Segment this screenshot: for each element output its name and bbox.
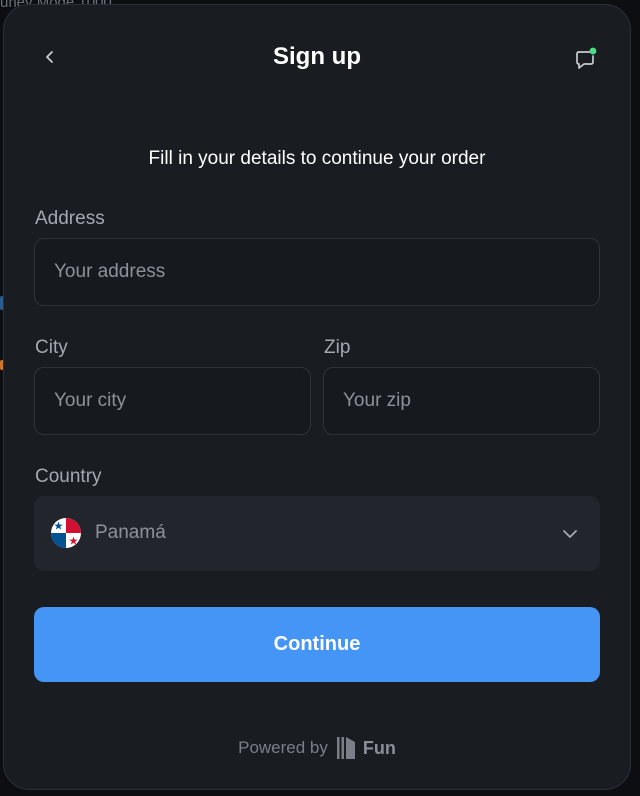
chevron-down-icon [563, 530, 577, 538]
chat-button[interactable] [570, 43, 602, 75]
chat-notification-icon [576, 47, 597, 69]
powered-by-footer: Powered by Fun [4, 734, 630, 762]
fun-logo-icon [336, 737, 355, 759]
zip-input[interactable] [323, 367, 600, 435]
powered-by-text: Powered by [238, 738, 328, 757]
continue-button[interactable]: Continue [34, 607, 600, 682]
city-label: City [35, 337, 68, 358]
country-label: Country [35, 466, 102, 487]
zip-label: Zip [324, 337, 351, 358]
address-input[interactable] [34, 238, 600, 306]
country-selected-value: Panamá [95, 522, 166, 543]
modal-header: Sign up [4, 5, 630, 109]
country-select[interactable]: Panamá [34, 496, 600, 571]
city-input[interactable] [34, 367, 311, 435]
address-label: Address [35, 208, 105, 229]
page-title: Sign up [273, 43, 361, 70]
panama-flag-icon [51, 518, 81, 548]
fun-logo[interactable]: Fun [336, 736, 396, 760]
signup-modal: Sign up Fill in your details to continue… [3, 4, 631, 790]
fun-brand-name: Fun [362, 737, 396, 758]
form-subtitle: Fill in your details to continue your or… [148, 148, 486, 169]
